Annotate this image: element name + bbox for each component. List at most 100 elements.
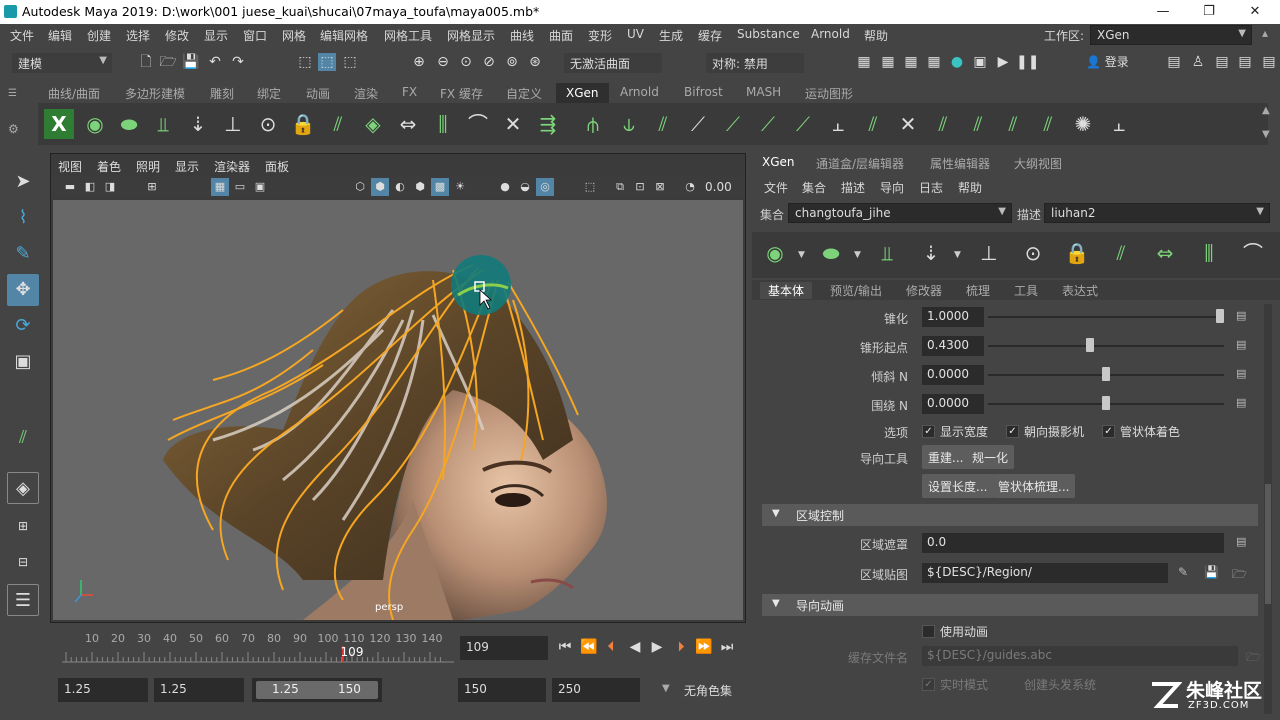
save-map-icon[interactable]: 💾 xyxy=(1204,565,1219,579)
start-time-field[interactable]: 1.25 xyxy=(58,678,148,702)
subtab-utilities[interactable]: 工具 xyxy=(1014,282,1038,299)
hypershade-icon[interactable]: ● xyxy=(948,53,966,71)
taper-slider[interactable] xyxy=(988,316,1224,318)
resolution-gate-icon[interactable]: ▣ xyxy=(251,178,269,196)
map-icon[interactable]: ▤ xyxy=(1236,396,1246,409)
viewport-menu-renderer[interactable]: 渲染器 xyxy=(214,158,250,175)
folder-icon[interactable]: 🗁 xyxy=(1232,565,1247,586)
menu-select[interactable]: 选择 xyxy=(126,27,150,44)
menu-display[interactable]: 显示 xyxy=(204,27,228,44)
realtime-mode-checkbox[interactable]: ✓ xyxy=(922,678,935,691)
xgen-menu-description[interactable]: 描述 xyxy=(841,179,865,196)
camera-select-icon[interactable]: ▬ xyxy=(61,178,79,196)
xray-icon[interactable]: ⧉ xyxy=(611,178,629,196)
add-point-icon[interactable]: ⊥ xyxy=(974,238,1004,268)
tab-attribute-editor[interactable]: 属性编辑器 xyxy=(930,155,990,172)
anim-end-field[interactable]: 150 xyxy=(458,678,546,702)
panel-scrollbar-thumb[interactable] xyxy=(1265,484,1271,604)
map-icon[interactable]: ▤ xyxy=(1236,338,1246,351)
shadows-icon[interactable]: ▩ xyxy=(431,178,449,196)
tilt-n-field[interactable]: 0.0000 xyxy=(922,365,984,385)
preview-menu-chevron-icon[interactable]: ▼ xyxy=(798,250,805,260)
delete-guide-icon[interactable]: ✕ xyxy=(498,109,528,139)
render-settings-icon[interactable]: ▦ xyxy=(925,53,943,71)
character-set-chevron-icon[interactable]: ▼ xyxy=(662,683,670,694)
menu-modify[interactable]: 修改 xyxy=(165,27,189,44)
arnold-render-icon[interactable]: ▶ xyxy=(994,53,1012,71)
menu-edit[interactable]: 编辑 xyxy=(48,27,72,44)
menu-mesh[interactable]: 网格 xyxy=(282,27,306,44)
exposure-value[interactable]: 0.00 xyxy=(705,180,732,194)
xgen-menu-help[interactable]: 帮助 xyxy=(958,179,982,196)
around-n-field[interactable]: 0.0000 xyxy=(922,394,984,414)
menu-mesh-display[interactable]: 网格显示 xyxy=(447,27,495,44)
panel-scrollbar[interactable] xyxy=(1264,304,1272,714)
sculpt-guide-icon[interactable]: ⫼ xyxy=(1194,238,1224,268)
tube-guide-icon[interactable]: ⌒ xyxy=(1238,238,1268,268)
flatten-guide-icon[interactable]: ◈ xyxy=(358,109,388,139)
lights-icon[interactable]: ☀ xyxy=(451,178,469,196)
subtab-modifiers[interactable]: 修改器 xyxy=(906,282,942,299)
groom-grab-icon[interactable]: ⟋ xyxy=(718,109,748,139)
xray-components-icon[interactable]: ⊠ xyxy=(651,178,669,196)
menu-substance[interactable]: Substance xyxy=(737,27,800,41)
menu-window[interactable]: 窗口 xyxy=(243,27,267,44)
shelf-tab-motion-graphics[interactable]: 运动图形 xyxy=(805,85,853,102)
groom-clump-icon[interactable]: ⫽ xyxy=(858,109,888,139)
lock-guide-icon[interactable]: 🔒 xyxy=(288,109,318,139)
clear-preview-icon[interactable]: ⬬ xyxy=(114,109,144,139)
create-hair-system-button[interactable]: 创建头发系统 xyxy=(1024,676,1096,693)
isolate-select-icon[interactable]: ⬚ xyxy=(581,178,599,196)
bend-guide-icon[interactable]: ⫽ xyxy=(1106,238,1136,268)
map-icon[interactable]: ▤ xyxy=(1236,309,1246,322)
face-camera-checkbox[interactable]: ✓ xyxy=(1006,425,1019,438)
shelf-tab-curves[interactable]: 曲线/曲面 xyxy=(48,85,100,102)
snap-curve-icon[interactable]: ⊖ xyxy=(434,53,452,71)
wireframe-shading-icon[interactable]: ⬡ xyxy=(351,178,369,196)
render-sequence-icon[interactable]: ▦ xyxy=(879,53,897,71)
menu-surfaces[interactable]: 曲面 xyxy=(549,27,573,44)
groom-density-icon[interactable]: ⫝ xyxy=(614,109,644,139)
play-forward-icon[interactable]: ▶ xyxy=(648,638,666,656)
character-controls-icon[interactable]: ♙ xyxy=(1189,53,1207,71)
menu-cache[interactable]: 缓存 xyxy=(698,27,722,44)
end-time-field[interactable]: 250 xyxy=(552,678,640,702)
textured-icon[interactable]: ⬢ xyxy=(411,178,429,196)
two-view-icon[interactable]: ⊟ xyxy=(7,546,39,578)
xgen-menu-guides[interactable]: 导向 xyxy=(880,179,904,196)
groom-select-icon[interactable]: ✺ xyxy=(1068,109,1098,139)
select-tool-icon[interactable]: ➤ xyxy=(7,166,39,198)
subtab-primitives[interactable]: 基本体 xyxy=(760,282,813,299)
step-back-frame-icon[interactable]: ⏴ xyxy=(602,638,620,656)
guide-to-curve-icon[interactable]: ⇶ xyxy=(533,109,563,139)
shelf-tab-rendering[interactable]: 渲染 xyxy=(354,85,378,102)
mode-dropdown[interactable]: 建模 ▼ xyxy=(12,53,112,73)
menu-curves[interactable]: 曲线 xyxy=(510,27,534,44)
menu-mesh-tools[interactable]: 网格工具 xyxy=(384,27,432,44)
pause-icon[interactable]: ❚❚ xyxy=(1016,53,1039,71)
close-button[interactable]: ✕ xyxy=(1244,2,1266,22)
region-map-field[interactable]: ${DESC}/Region/ xyxy=(922,563,1168,583)
add-point-icon[interactable]: ⊥ xyxy=(218,109,248,139)
shelf-tab-fx-cache[interactable]: FX 缓存 xyxy=(440,85,483,102)
normalize-button[interactable]: 规一化 xyxy=(966,445,1015,469)
lock-guide-icon[interactable]: 🔒 xyxy=(1062,238,1092,268)
place-guide-icon[interactable]: ⇣ xyxy=(183,109,213,139)
render-view-icon[interactable]: ▣ xyxy=(971,53,989,71)
symmetry-dropdown[interactable]: 对称: 禁用 xyxy=(706,53,804,73)
taper-field[interactable]: 1.0000 xyxy=(922,307,984,327)
select-object-icon[interactable]: ⬚ xyxy=(318,53,336,71)
3d-viewport[interactable]: persp xyxy=(53,200,743,620)
exposure-icon[interactable]: ◔ xyxy=(681,178,699,196)
xgen-menu-collection[interactable]: 集合 xyxy=(802,179,826,196)
outliner-layout-icon[interactable]: ☰ xyxy=(7,584,39,616)
add-guide-icon[interactable]: ⫫ xyxy=(148,109,178,139)
xray-joints-icon[interactable]: ⊡ xyxy=(631,178,649,196)
groom-comb-icon[interactable]: ⟋ xyxy=(683,109,713,139)
show-width-checkbox[interactable]: ✓ xyxy=(922,425,935,438)
shelf-tab-arnold[interactable]: Arnold xyxy=(620,85,659,99)
groom-smooth-icon[interactable]: ⟋ xyxy=(753,109,783,139)
go-to-end-icon[interactable]: ⏭ xyxy=(718,638,736,656)
single-view-icon[interactable]: ◈ xyxy=(7,472,39,504)
shelf-tab-poly[interactable]: 多边形建模 xyxy=(125,85,185,102)
